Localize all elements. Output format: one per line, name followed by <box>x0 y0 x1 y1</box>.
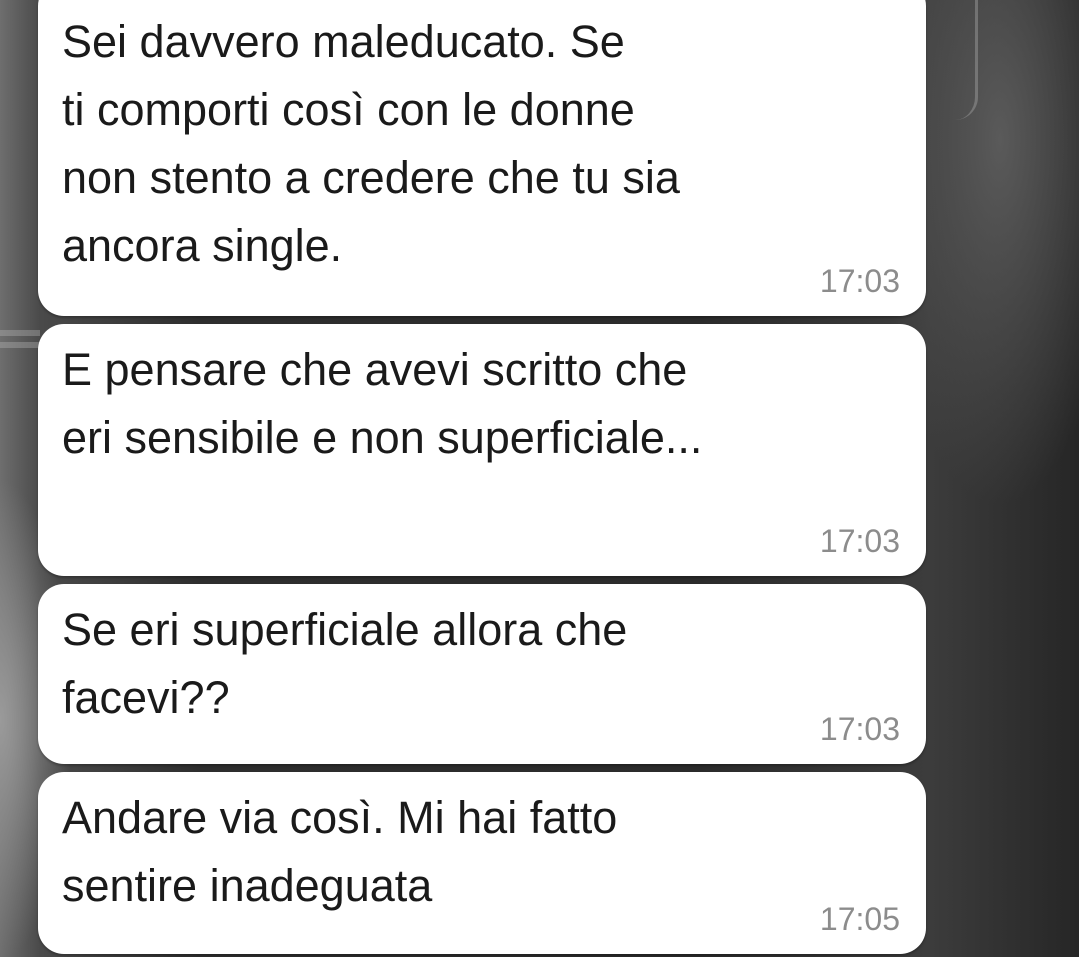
message-bubble-incoming[interactable]: E pensare che avevi scritto che eri sens… <box>38 324 926 576</box>
message-bubble-incoming[interactable]: Se eri superficiale allora che facevi?? … <box>38 584 926 764</box>
message-timestamp: 17:03 <box>819 711 900 747</box>
message-text: Se eri superficiale allora che facevi?? <box>62 604 628 723</box>
message-list[interactable]: Sei davvero maleducato. Se ti comporti c… <box>0 0 1079 957</box>
message-timestamp: 17:03 <box>819 523 900 559</box>
message-text: E pensare che avevi scritto che eri sens… <box>62 344 703 463</box>
message-bubble-incoming[interactable]: Sei davvero maleducato. Se ti comporti c… <box>38 0 926 316</box>
message-timestamp: 17:03 <box>819 263 900 299</box>
message-text: Andare via così. Mi hai fatto sentire in… <box>62 792 618 911</box>
message-timestamp: 17:05 <box>819 901 900 937</box>
message-bubble-incoming[interactable]: Andare via così. Mi hai fatto sentire in… <box>38 772 926 954</box>
message-text: Sei davvero maleducato. Se ti comporti c… <box>62 16 680 271</box>
